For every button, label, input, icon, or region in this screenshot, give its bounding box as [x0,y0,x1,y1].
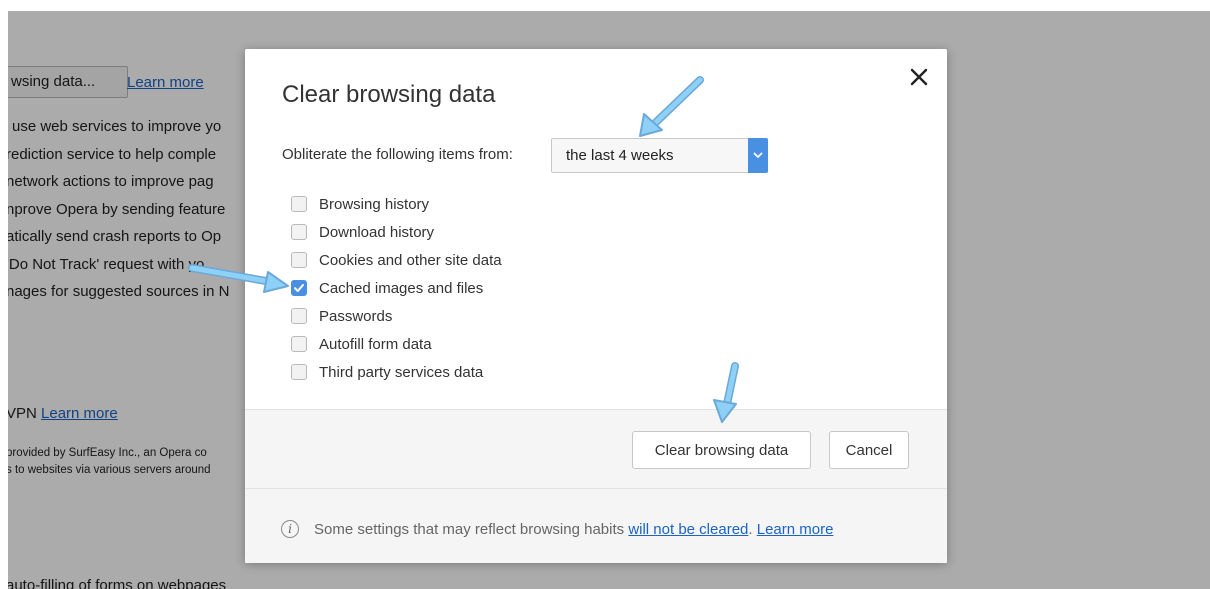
option-label: Passwords [319,307,393,325]
data-type-options: Browsing history Download history Cookie… [291,190,502,386]
checkbox[interactable] [291,364,307,380]
clear-browsing-data-dialog: Clear browsing data Obliterate the follo… [245,49,947,563]
checkbox[interactable] [291,308,307,324]
close-icon [910,68,928,86]
annotation-arrow-dropdown [639,76,704,137]
learn-more-link[interactable]: Learn more [757,521,834,538]
option-download-history[interactable]: Download history [291,218,502,246]
dialog-footer: Clear browsing data Cancel i Some settin… [245,409,947,563]
time-range-value: the last 4 weeks [566,147,674,164]
checkbox[interactable] [291,196,307,212]
option-label: Autofill form data [319,335,432,353]
option-autofill[interactable]: Autofill form data [291,330,502,358]
option-third-party[interactable]: Third party services data [291,358,502,386]
option-passwords[interactable]: Passwords [291,302,502,330]
cancel-button[interactable]: Cancel [829,431,909,469]
option-label: Cookies and other site data [319,251,502,269]
time-range-select[interactable]: the last 4 weeks [551,138,768,173]
annotation-arrow-checkbox [188,264,289,293]
will-not-be-cleared-link[interactable]: will not be cleared [628,521,748,538]
info-icon: i [281,520,299,538]
clear-browsing-data-button[interactable]: Clear browsing data [632,431,811,469]
option-label: Cached images and files [319,279,484,297]
option-label: Browsing history [319,195,430,213]
chevron-down-icon [753,152,763,158]
checkbox[interactable] [291,224,307,240]
time-range-label: Obliterate the following items from: [282,146,513,163]
option-label: Third party services data [319,363,484,381]
dropdown-toggle[interactable] [748,138,768,173]
footer-divider [245,488,947,489]
info-note: Some settings that may reflect browsing … [314,521,834,538]
option-cached-images[interactable]: Cached images and files [291,274,502,302]
close-button[interactable] [907,65,931,89]
annotation-arrow-clear-button [713,362,739,423]
option-label: Download history [319,223,435,241]
dialog-title: Clear browsing data [282,81,496,108]
option-browsing-history[interactable]: Browsing history [291,190,502,218]
option-cookies[interactable]: Cookies and other site data [291,246,502,274]
checkbox[interactable] [291,336,307,352]
